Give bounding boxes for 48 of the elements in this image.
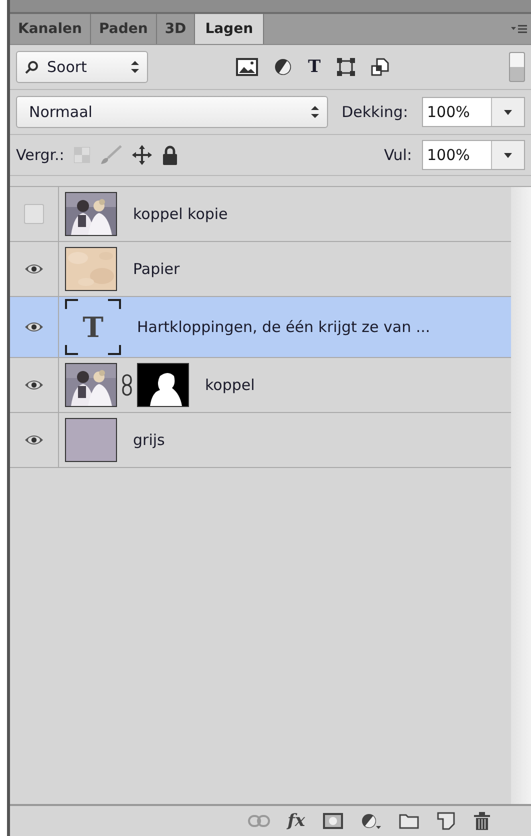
scrollbar[interactable] [511,187,531,804]
panel-tab[interactable]: Lagen [195,14,264,44]
layer-row[interactable]: Papier [10,242,511,297]
fill-label: Vul: [384,146,412,164]
lock-label: Vergr.: [16,146,64,164]
layer-thumbnail[interactable] [65,418,117,462]
filter-dropdown[interactable]: Soort [16,51,148,83]
layer-row[interactable]: grijs [10,413,511,468]
dropdown-icon[interactable] [504,152,512,158]
layer-name: koppel kopie [133,205,228,223]
fill-field[interactable]: 100% [422,140,525,170]
adjustment-icon[interactable] [361,813,381,829]
adjustment-filter-icon[interactable] [274,58,292,76]
layer-name: koppel [205,376,255,394]
opacity-field[interactable]: 100% [422,97,525,127]
layer-row[interactable]: koppel kopie [10,187,511,242]
filter-toggle[interactable] [509,52,525,82]
layer-name: Hartkloppingen, de één krijgt ze van ... [137,318,430,336]
type-filter-icon[interactable]: T [308,57,321,77]
visibility-toggle[interactable] [24,204,44,224]
image-filter-icon[interactable] [236,58,258,76]
chain-icon[interactable] [121,374,133,396]
lock-icon[interactable] [162,145,178,165]
search-icon [25,60,39,74]
stepper-icon [310,105,319,119]
text-layer-thumbnail[interactable]: T [65,299,121,355]
blend-mode-dropdown[interactable]: Normaal [16,96,328,128]
trash-icon[interactable] [473,812,491,830]
stepper-icon [131,60,139,74]
layer-name: grijs [133,431,165,449]
opacity-label: Dekking: [342,103,408,121]
eye-icon[interactable] [24,263,44,275]
dropdown-icon[interactable] [504,110,512,114]
layer-mask-thumbnail[interactable] [137,363,189,407]
mask-icon[interactable] [323,813,343,829]
shape-filter-icon[interactable] [336,58,355,76]
smart-object-filter-icon[interactable] [370,58,389,76]
layer-name: Papier [133,260,180,278]
effects-button[interactable]: fx [288,811,305,831]
eye-icon[interactable] [24,321,44,333]
new-layer-icon[interactable] [437,812,455,830]
layer-row[interactable]: T Hartkloppingen, de één krijgt ze van ... [10,297,511,358]
folder-icon[interactable] [399,813,419,829]
eye-icon[interactable] [24,379,44,391]
move-icon[interactable] [132,145,152,165]
menu-icon[interactable] [511,24,527,34]
eye-icon[interactable] [24,434,44,446]
layer-row[interactable]: koppel [10,358,511,413]
